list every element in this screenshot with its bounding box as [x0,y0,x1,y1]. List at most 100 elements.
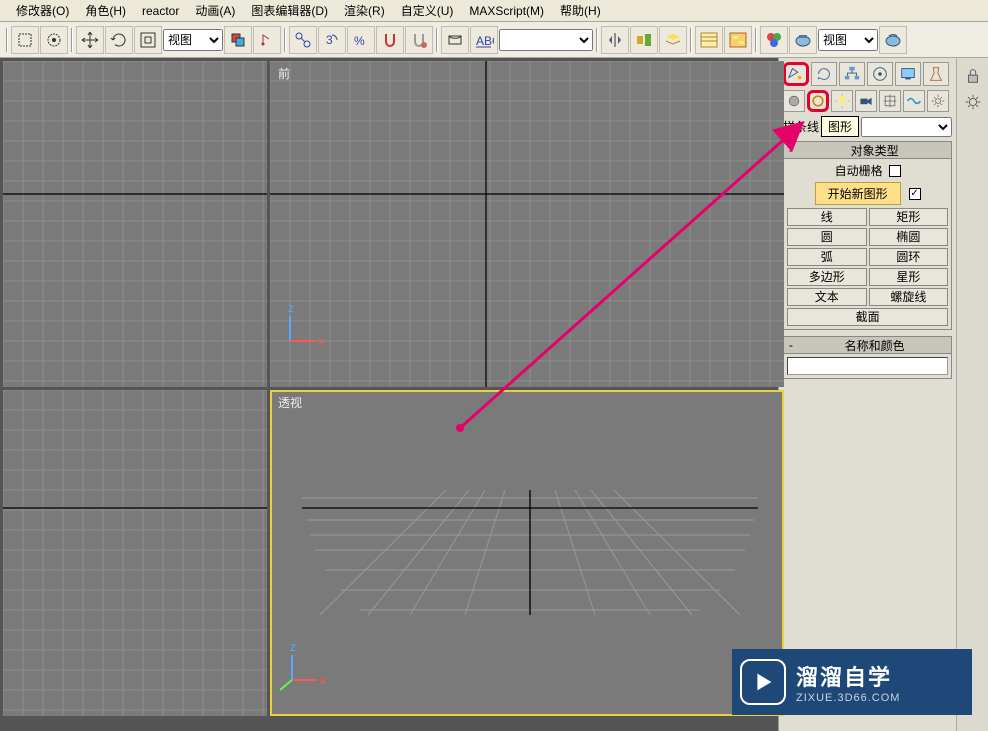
strip-lock-icon[interactable] [961,64,985,88]
select-link-button[interactable] [289,26,317,54]
svg-text:z: z [290,640,296,654]
viewport-top-left[interactable] [3,61,267,387]
grid-icon [3,61,267,387]
hierarchy-tab[interactable] [839,62,865,86]
toolbar-separator [6,28,8,52]
shape-category-row: 样条线 图形 [783,116,952,137]
edit-named-button[interactable]: ABC [470,26,498,54]
viewports-container: 前 z x [0,58,778,731]
auto-grid-checkbox[interactable] [889,165,901,177]
viewport-front[interactable]: 前 z x [270,61,784,387]
snap-toggle-button[interactable] [376,26,404,54]
svg-text:x: x [318,334,324,348]
helix-button[interactable]: 螺旋线 [869,288,949,306]
curve-editor-button[interactable] [695,26,723,54]
viewport-label: 透视 [278,394,302,411]
render-view-select[interactable]: 视图 [818,29,878,51]
snap-options-button[interactable] [405,26,433,54]
modify-tab[interactable] [811,62,837,86]
start-shape-checkbox[interactable] [909,188,921,200]
ngon-button[interactable]: 多边形 [787,268,867,286]
command-panel: 样条线 图形 - 对象类型 自动栅格 开始新图形 [778,58,988,731]
geometry-subtab[interactable] [783,90,805,112]
viewport-label: 前 [278,65,290,82]
auto-grid-label: 自动栅格 [835,162,883,179]
menu-help[interactable]: 帮助(H) [552,0,609,21]
menu-animation[interactable]: 动画(A) [187,0,243,21]
work-area: 前 z x [0,58,988,731]
viewport-bottom-left[interactable] [3,390,267,716]
menu-render[interactable]: 渲染(R) [336,0,393,21]
svg-text:3: 3 [326,33,333,47]
rollout-header[interactable]: - 对象类型 [783,141,952,159]
shape-category-select[interactable] [861,117,952,137]
side-strip [956,58,988,731]
quick-render-button[interactable] [879,26,907,54]
start-shape-label: 开始新图形 [815,182,901,205]
render-scene-button[interactable] [789,26,817,54]
rollout-title: 对象类型 [798,142,951,159]
menu-maxscript[interactable]: MAXScript(M) [461,2,552,20]
main-toolbar: 视图 3 % ABC 视图 [0,22,988,58]
grid-icon: z x [270,61,784,387]
rectangle-button[interactable]: 矩形 [869,208,949,226]
motion-tab[interactable] [867,62,893,86]
rollout-header[interactable]: - 名称和颜色 [783,336,952,354]
display-tab[interactable] [895,62,921,86]
menu-modifier[interactable]: 修改器(O) [8,0,77,21]
section-button[interactable]: 截面 [787,308,948,326]
menu-reactor[interactable]: reactor [134,2,187,20]
rollout-collapse-icon: - [784,143,798,157]
strip-gear-icon[interactable] [961,90,985,114]
ref-coord-select[interactable]: 视图 [163,29,223,51]
align-button[interactable] [630,26,658,54]
svg-text:%: % [354,34,365,48]
angle-snap-button[interactable]: 3 [318,26,346,54]
viewport-perspective[interactable]: 透视 [270,390,784,716]
percent-snap-button[interactable]: % [347,26,375,54]
rollout-title: 名称和颜色 [798,337,951,354]
material-editor-button[interactable] [760,26,788,54]
selection-region-button[interactable] [11,26,39,54]
object-type-rollout: - 对象类型 自动栅格 开始新图形 线 矩形 [783,141,952,330]
scale-button[interactable] [134,26,162,54]
helpers-subtab[interactable] [879,90,901,112]
circle-button[interactable]: 圆 [787,228,867,246]
menu-editors[interactable]: 图表编辑器(D) [243,0,336,21]
schematic-view-button[interactable] [724,26,752,54]
selection-circle-button[interactable] [40,26,68,54]
move-button[interactable] [76,26,104,54]
play-icon [740,659,786,705]
svg-text:ABC: ABC [476,34,494,48]
watermark-badge: 溜溜自学 ZIXUE.3D66.COM [732,649,972,715]
menu-customize[interactable]: 自定义(U) [393,0,462,21]
named-selection-select[interactable] [499,29,593,51]
arc-button[interactable]: 弧 [787,248,867,266]
object-name-input[interactable] [787,357,948,375]
text-button[interactable]: 文本 [787,288,867,306]
transform-gizmo-button[interactable] [253,26,281,54]
layer-manager-button[interactable] [659,26,687,54]
svg-text:z: z [288,301,294,315]
star-button[interactable]: 星形 [869,268,949,286]
line-button[interactable]: 线 [787,208,867,226]
shapes-subtab[interactable] [807,90,829,112]
spacewarps-subtab[interactable] [903,90,925,112]
toolbar-separator [755,28,757,52]
rotate-button[interactable] [105,26,133,54]
create-subtabs [783,90,952,112]
utilities-tab[interactable] [923,62,949,86]
name-color-rollout: - 名称和颜色 [783,336,952,379]
named-sets-button[interactable] [441,26,469,54]
lights-subtab[interactable] [831,90,853,112]
use-center-button[interactable] [224,26,252,54]
systems-subtab[interactable] [927,90,949,112]
toolbar-separator [436,28,438,52]
menu-character[interactable]: 角色(H) [77,0,134,21]
create-tab[interactable] [783,62,809,86]
perspective-grid-icon: z x [270,390,784,716]
mirror-button[interactable] [601,26,629,54]
donut-button[interactable]: 圆环 [869,248,949,266]
ellipse-button[interactable]: 椭圆 [869,228,949,246]
cameras-subtab[interactable] [855,90,877,112]
